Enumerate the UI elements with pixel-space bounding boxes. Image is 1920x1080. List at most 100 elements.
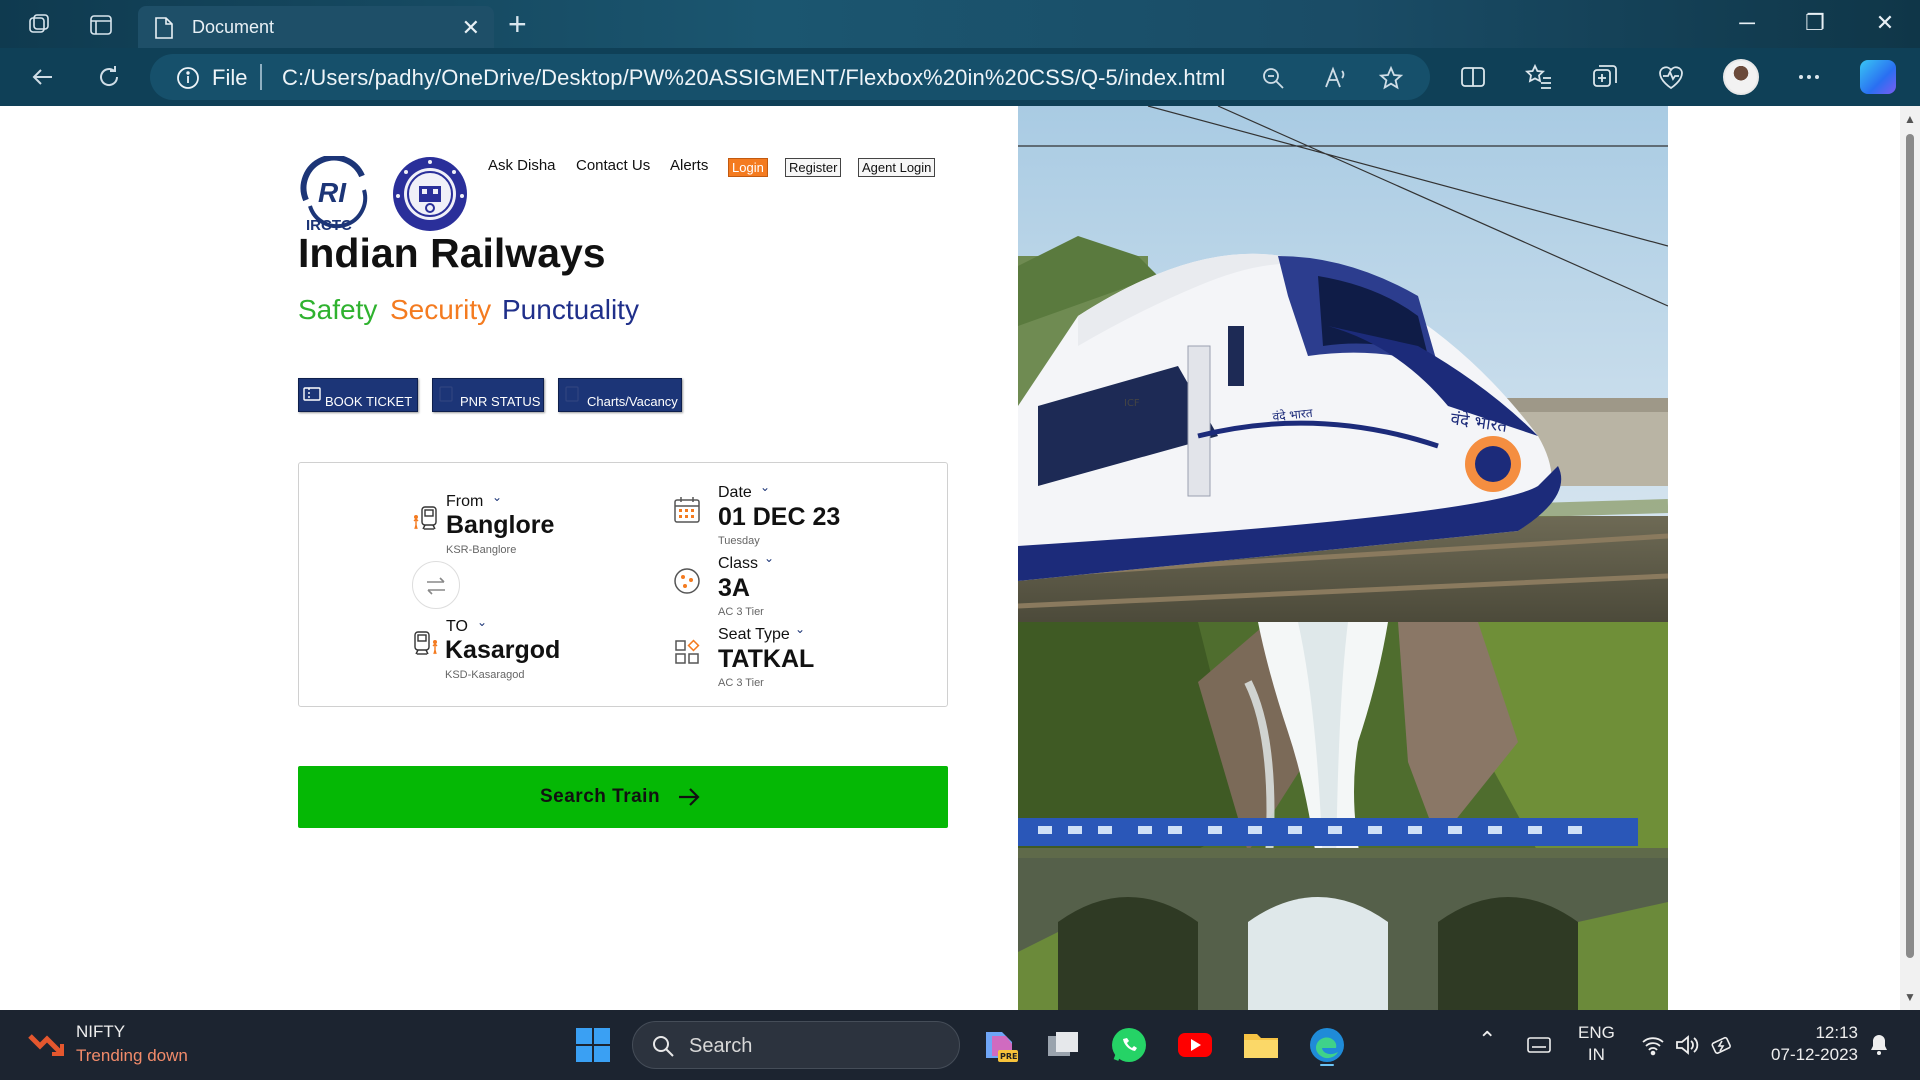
waterfall-photo [1018,622,1668,1010]
from-label: From [446,493,484,510]
charts-vacancy-label: Charts/Vacancy [587,394,678,409]
indian-railways-emblem [393,157,467,231]
battery-charging-icon[interactable] [1710,1032,1736,1058]
scrollbar-thumb[interactable] [1906,134,1914,958]
pnr-status-label: PNR STATUS [460,394,541,409]
more-options-icon[interactable] [1794,62,1824,92]
date-label: Date [718,484,752,501]
copilot-icon[interactable] [1860,60,1896,94]
arrow-right-icon [679,788,700,806]
svg-text:ICF: ICF [1124,398,1140,409]
copilot-preview-icon[interactable]: PRE [978,1024,1020,1066]
browser-toolbar: File C:/Users/padhy/OneDrive/Desktop/PW%… [0,48,1920,106]
taskbar: NIFTY Trending down Search PRE ⌃ ENG IN … [0,1010,1920,1080]
seat-type-value[interactable]: TATKAL [718,645,814,674]
vertical-tabs-icon[interactable] [88,12,114,38]
to-chevron-down-icon[interactable]: ⌄ [477,615,487,629]
info-icon[interactable] [176,66,200,90]
tab-close-icon[interactable]: ✕ [462,15,480,41]
volume-icon[interactable] [1674,1032,1700,1058]
show-hidden-icons-icon[interactable]: ⌃ [1478,1027,1504,1053]
from-value[interactable]: Banglore [446,511,554,540]
youtube-icon[interactable] [1174,1024,1216,1066]
seat-type-description: AC 3 Tier [718,677,764,689]
nav-alerts[interactable]: Alerts [670,157,708,174]
split-screen-icon[interactable] [1458,62,1488,92]
swap-stations-button[interactable] [412,561,460,609]
browser-titlebar: Document ✕ + ─ ❐ ✕ [0,0,1920,48]
browser-essentials-icon[interactable] [1656,62,1686,92]
nav-contact-us[interactable]: Contact Us [576,157,650,174]
page-scrollbar[interactable]: ▲ ▼ [1900,106,1920,1010]
calendar-icon [674,497,700,523]
favorite-star-icon[interactable] [1378,65,1404,91]
search-icon [653,1036,674,1057]
language-indicator[interactable]: ENG IN [1578,1022,1615,1066]
register-button[interactable]: Register [785,158,842,177]
book-ticket-button[interactable]: BOOK TICKET [298,378,418,412]
widget-status[interactable]: Trending down [76,1046,188,1066]
taskbar-search[interactable]: Search [632,1021,960,1069]
from-station-icon [413,506,437,530]
irctc-logo: RI IRCTC [300,156,368,234]
clock[interactable]: 12:13 07-12-2023 [1762,1022,1858,1066]
read-aloud-icon[interactable] [1322,65,1348,91]
favorites-list-icon[interactable] [1524,62,1554,92]
url-text[interactable]: C:/Users/padhy/OneDrive/Desktop/PW%20ASS… [282,65,1225,91]
login-button[interactable]: Login [728,158,768,177]
collections-icon[interactable] [1590,62,1620,92]
pnr-status-button[interactable]: PNR STATUS [432,378,544,412]
stock-trend-down-icon[interactable] [28,1028,66,1058]
seat-type-icon [675,639,700,664]
charts-vacancy-button[interactable]: Charts/Vacancy [558,378,682,412]
document-icon [155,17,173,39]
class-icon [674,568,700,594]
back-icon[interactable] [28,62,58,92]
minimize-icon[interactable]: ─ [1732,10,1762,36]
tagline-punctuality: Punctuality [502,294,639,325]
svg-text:PRE: PRE [1000,1052,1018,1061]
language-code: ENG [1578,1023,1615,1042]
zoom-out-icon[interactable] [1260,65,1286,91]
to-station-code: KSD-Kasaragod [445,669,525,681]
restore-icon[interactable]: ❐ [1800,10,1830,36]
file-explorer-icon[interactable] [1240,1024,1282,1066]
from-chevron-down-icon[interactable]: ⌄ [492,490,502,504]
agent-login-button[interactable]: Agent Login [858,158,936,177]
notification-bell-icon[interactable] [1866,1032,1892,1058]
edge-browser-icon[interactable] [1306,1024,1348,1066]
tab-document[interactable]: Document ✕ [138,6,494,48]
search-train-button[interactable]: Search Train [298,766,948,828]
scroll-up-icon[interactable]: ▲ [1904,112,1916,126]
region-code: IN [1587,1045,1605,1064]
date-chevron-down-icon[interactable]: ⌄ [760,480,770,494]
tagline-security: Security [390,294,492,325]
workspaces-icon[interactable] [26,12,52,38]
class-value[interactable]: 3A [718,574,750,603]
to-value[interactable]: Kasargod [445,636,560,665]
booking-card: From ⌄ Banglore KSR-Banglore TO ⌄ Kasarg… [298,462,948,707]
address-scheme: File [212,65,248,90]
close-window-icon[interactable]: ✕ [1870,10,1900,36]
search-placeholder: Search [689,1035,753,1057]
date-weekday: Tuesday [718,535,760,547]
scroll-down-icon[interactable]: ▼ [1904,990,1916,1004]
task-view-icon[interactable] [1042,1024,1084,1066]
touch-keyboard-icon[interactable] [1526,1032,1552,1058]
address-separator [260,64,262,90]
date-value[interactable]: 01 DEC 23 [718,503,840,532]
tagline-safety: Safety [298,294,378,325]
profile-avatar[interactable] [1723,59,1759,95]
start-windows-icon[interactable] [572,1024,614,1066]
whatsapp-icon[interactable] [1108,1024,1150,1066]
search-train-label: Search Train [540,786,661,807]
nav-ask-disha[interactable]: Ask Disha [488,157,556,174]
widget-title[interactable]: NIFTY [76,1022,125,1042]
wifi-icon[interactable] [1640,1032,1666,1058]
pnr-icon [439,386,453,402]
new-tab-icon[interactable]: + [508,8,527,40]
class-chevron-down-icon[interactable]: ⌄ [764,551,774,565]
seat-type-chevron-down-icon[interactable]: ⌄ [795,622,805,636]
address-bar[interactable]: File C:/Users/padhy/OneDrive/Desktop/PW%… [150,54,1430,100]
refresh-icon[interactable] [94,62,124,92]
